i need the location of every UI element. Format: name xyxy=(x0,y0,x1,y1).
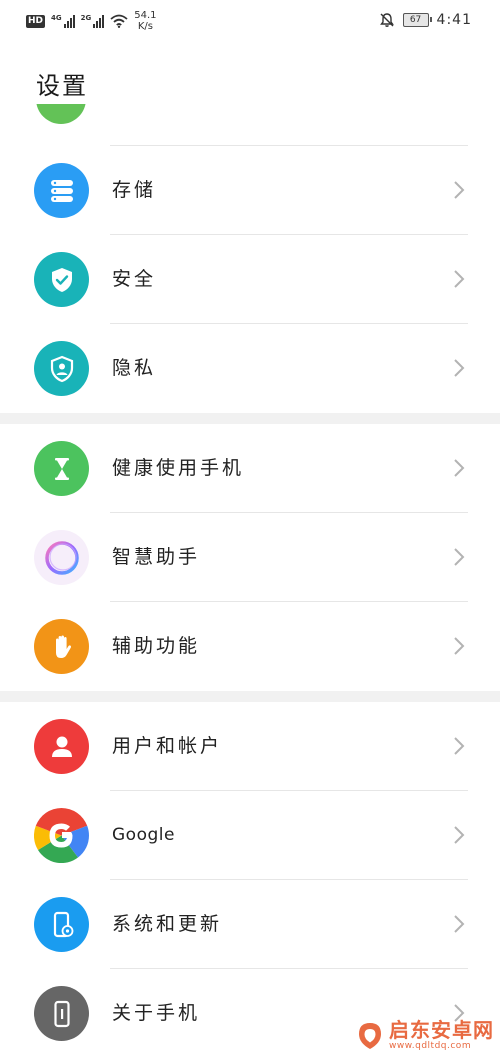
partial-item-icon[interactable] xyxy=(36,104,86,128)
settings-item-label: 安全 xyxy=(112,268,157,290)
chevron-right-icon xyxy=(454,359,465,377)
wifi-icon xyxy=(110,14,128,28)
chevron-right-icon xyxy=(454,459,465,477)
mute-bell-icon xyxy=(379,13,394,27)
section-gap xyxy=(0,691,500,702)
chevron-right-icon xyxy=(454,637,465,655)
settings-item-digital-balance[interactable]: 健康使用手机 xyxy=(0,424,500,513)
section-gap xyxy=(0,413,500,424)
watermark: 启东安卓网 www.qdltdq.com xyxy=(355,1020,494,1051)
settings-item-privacy[interactable]: 隐私 xyxy=(0,324,500,413)
status-bar: HD 4G 2G 54.1 K/s 67 4:41 xyxy=(0,0,500,44)
chevron-right-icon xyxy=(454,548,465,566)
network-speed: 54.1 K/s xyxy=(134,10,157,32)
user-icon xyxy=(34,719,89,774)
settings-item-label: 存储 xyxy=(112,179,157,201)
settings-item-security[interactable]: 安全 xyxy=(0,235,500,324)
settings-item-label: 健康使用手机 xyxy=(112,457,245,479)
signal-4g-icon: 4G xyxy=(51,14,75,28)
page-title: 设置 xyxy=(36,72,88,100)
settings-item-label: 系统和更新 xyxy=(112,913,223,935)
system-update-icon xyxy=(34,897,89,952)
chevron-right-icon xyxy=(454,915,465,933)
google-icon xyxy=(34,808,89,863)
hourglass-icon xyxy=(34,441,89,496)
settings-item-label: 智慧助手 xyxy=(112,546,201,568)
settings-item-google[interactable]: Google xyxy=(0,791,500,880)
settings-item-label: 用户和帐户 xyxy=(112,735,223,757)
watermark-url: www.qdltdq.com xyxy=(389,1041,472,1051)
settings-item-system-update[interactable]: 系统和更新 xyxy=(0,880,500,969)
signal-2g-icon: 2G xyxy=(81,14,105,28)
hand-icon xyxy=(34,619,89,674)
assistant-ring-icon xyxy=(34,530,89,585)
chevron-right-icon xyxy=(454,826,465,844)
privacy-icon xyxy=(34,341,89,396)
security-shield-icon xyxy=(34,252,89,307)
settings-item-label: Google xyxy=(112,825,175,845)
phone-info-icon xyxy=(34,986,89,1041)
settings-item-label: 辅助功能 xyxy=(112,635,201,657)
chevron-right-icon xyxy=(454,181,465,199)
settings-item-label: 隐私 xyxy=(112,357,157,379)
chevron-right-icon xyxy=(454,270,465,288)
settings-group-security: 存储 安全 隐私 xyxy=(0,146,500,413)
settings-item-smart-assistant[interactable]: 智慧助手 xyxy=(0,513,500,602)
clock: 4:41 xyxy=(436,12,472,28)
watermark-logo-icon xyxy=(359,1022,381,1049)
settings-item-storage[interactable]: 存储 xyxy=(0,146,500,235)
watermark-name: 启东安卓网 xyxy=(389,1018,494,1042)
settings-item-label: 关于手机 xyxy=(112,1002,201,1024)
hd-icon: HD xyxy=(26,14,46,28)
battery-icon: 67 xyxy=(402,13,432,27)
settings-item-accessibility[interactable]: 辅助功能 xyxy=(0,602,500,691)
settings-group-accounts: 用户和帐户 Google 系统和更新 关于手机 xyxy=(0,702,500,1058)
chevron-right-icon xyxy=(454,737,465,755)
settings-item-users-accounts[interactable]: 用户和帐户 xyxy=(0,702,500,791)
settings-group-wellbeing: 健康使用手机 智慧助手 辅助功能 xyxy=(0,424,500,691)
storage-icon xyxy=(34,163,89,218)
